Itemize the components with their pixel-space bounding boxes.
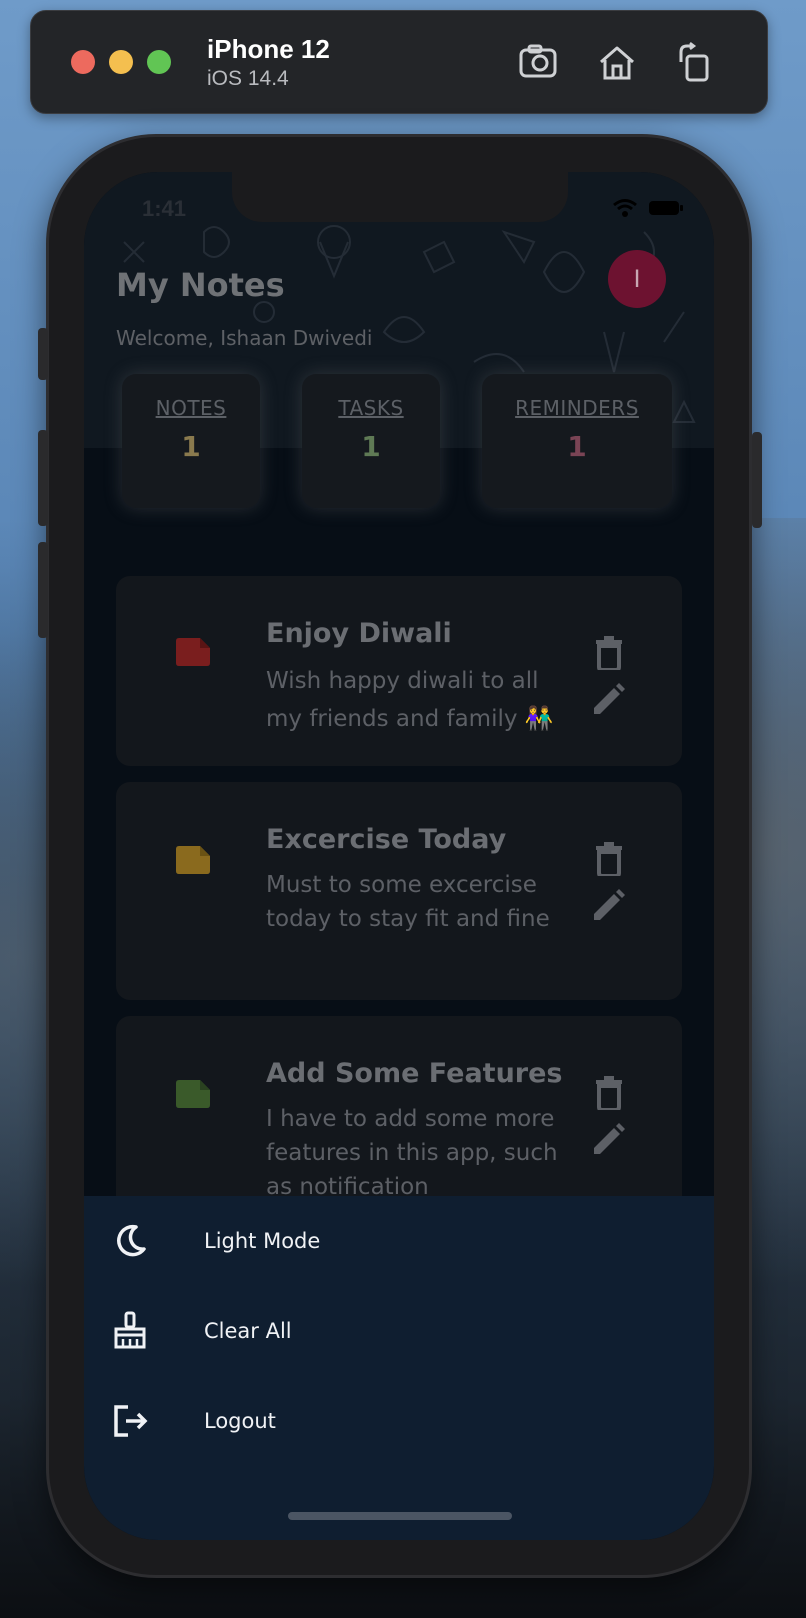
note-title: Excercise Today (266, 824, 507, 855)
os-version: iOS 14.4 (207, 66, 289, 90)
trash-icon[interactable] (594, 842, 624, 876)
avatar[interactable]: I (608, 250, 666, 308)
page-title: My Notes (116, 266, 285, 304)
stat-count: 1 (361, 430, 381, 463)
home-icon[interactable] (595, 42, 639, 82)
stat-card-notes[interactable]: NOTES 1 (122, 374, 260, 508)
power-button (752, 432, 762, 528)
device-name: iPhone 12 (207, 33, 330, 64)
close-window-button[interactable] (71, 50, 95, 74)
welcome-text: Welcome, Ishaan Dwivedi (116, 326, 373, 350)
simulator-toolbar: iPhone 12 iOS 14.4 (30, 10, 768, 114)
stat-label: TASKS (338, 396, 404, 420)
window-controls (71, 50, 171, 74)
stat-count: 1 (181, 430, 201, 463)
minimize-window-button[interactable] (109, 50, 133, 74)
screenshot-icon[interactable] (517, 42, 561, 82)
volume-down-button (38, 542, 48, 638)
note-body: Must to some excercise today to stay fit… (266, 872, 550, 932)
stat-label: NOTES (155, 396, 227, 420)
maximize-window-button[interactable] (147, 50, 171, 74)
note-title: Add Some Features (266, 1058, 563, 1089)
status-bar: 1:41 (84, 192, 714, 228)
pencil-icon[interactable] (590, 1122, 626, 1158)
stat-card-reminders[interactable]: REMINDERS 1 (482, 374, 672, 508)
app-screen: 1:41 My Notes Welcome, Ishaan Dwivedi I … (84, 172, 714, 1540)
volume-up-button (38, 430, 48, 526)
wifi-icon (613, 199, 637, 217)
menu-item-label: Light Mode (204, 1229, 321, 1253)
note-card[interactable]: Excercise Today Must to some excercise t… (116, 782, 682, 1000)
battery-icon (649, 201, 683, 215)
stat-card-tasks[interactable]: TASKS 1 (302, 374, 440, 508)
moon-icon (117, 1224, 146, 1257)
menu-item-clear-all[interactable]: Clear All (84, 1296, 714, 1366)
stat-count: 1 (567, 430, 587, 463)
simulator-title: iPhone 12 iOS 14.4 (207, 34, 330, 91)
logout-icon (114, 1405, 148, 1437)
note-file-icon (176, 1080, 210, 1108)
note-file-icon (176, 846, 210, 874)
bottom-sheet-menu: Light Mode Clear All Logout (84, 1196, 714, 1540)
pencil-icon[interactable] (590, 888, 626, 924)
silent-switch (38, 328, 48, 380)
status-time: 1:41 (142, 196, 187, 221)
status-icons (612, 198, 684, 218)
note-body: Wish happy diwali to all my friends and … (266, 668, 554, 732)
simulator-tools (517, 42, 717, 82)
rotate-icon[interactable] (673, 42, 717, 82)
note-body: I have to add some more features in this… (266, 1106, 558, 1200)
broom-icon (114, 1311, 146, 1349)
menu-item-label: Logout (204, 1409, 276, 1433)
trash-icon[interactable] (594, 1076, 624, 1110)
trash-icon[interactable] (594, 636, 624, 670)
note-title: Enjoy Diwali (266, 618, 452, 649)
menu-item-label: Clear All (204, 1319, 292, 1343)
pencil-icon[interactable] (590, 682, 626, 718)
stat-label: REMINDERS (515, 396, 639, 420)
menu-item-light-mode[interactable]: Light Mode (84, 1206, 714, 1276)
note-card[interactable]: Enjoy Diwali Wish happy diwali to all my… (116, 576, 682, 766)
menu-item-logout[interactable]: Logout (84, 1386, 714, 1456)
home-indicator[interactable] (288, 1512, 512, 1520)
note-file-icon (176, 638, 210, 666)
